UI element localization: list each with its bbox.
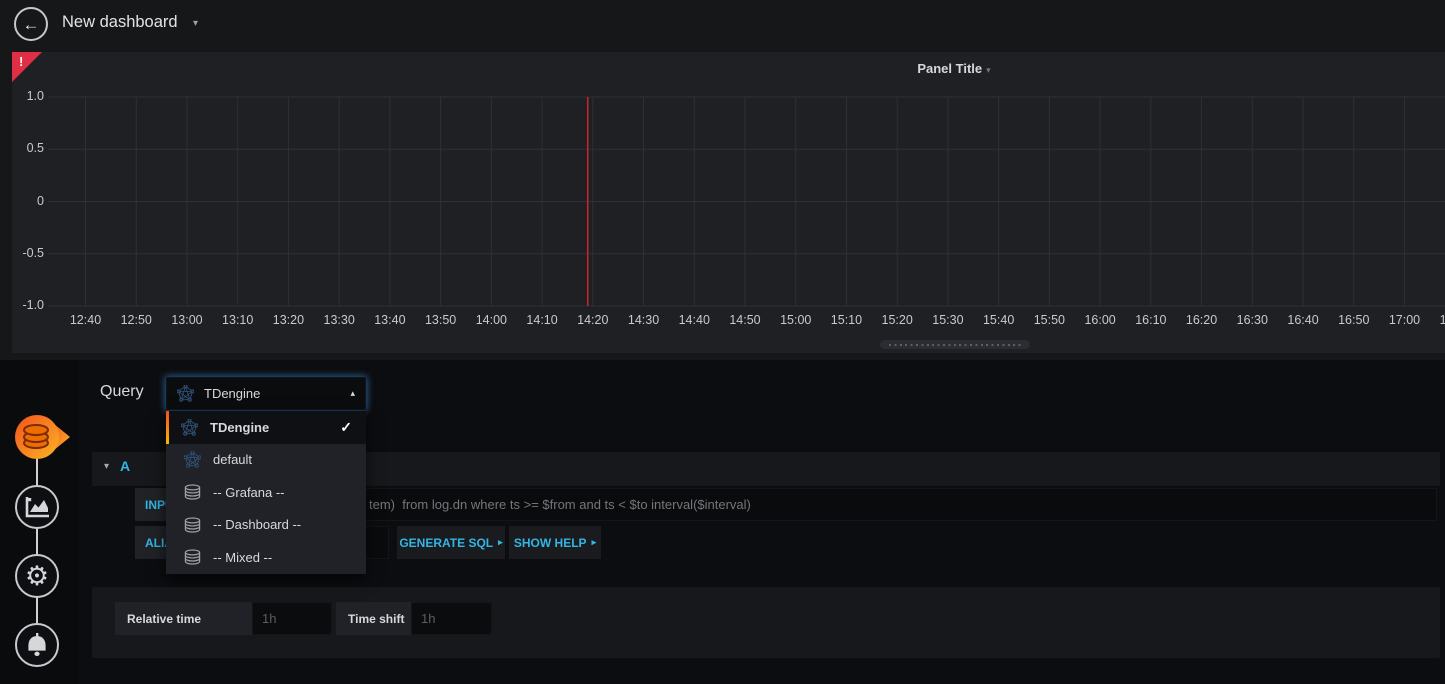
input-sql-field[interactable] xyxy=(229,488,1437,521)
datasource-select[interactable]: TDengine ▴ xyxy=(166,377,366,410)
show-help-label: SHOW HELP xyxy=(514,536,587,550)
y-tick: 1.0 xyxy=(12,89,44,103)
menu-item-dashboard[interactable]: -- Dashboard -- xyxy=(166,509,366,542)
back-button[interactable]: ← xyxy=(14,7,48,41)
top-bar: ← New dashboard ▾ xyxy=(0,0,1445,48)
relative-time-label: Relative time xyxy=(115,602,252,635)
menu-item-label: -- Mixed -- xyxy=(213,550,272,565)
arrow-right-icon: ▸ xyxy=(498,537,503,548)
chevron-down-icon[interactable]: ▾ xyxy=(193,18,198,29)
menu-item-label: default xyxy=(213,452,252,467)
show-help-button[interactable]: SHOW HELP ▸ xyxy=(509,526,601,559)
arrow-right-icon: ▸ xyxy=(592,537,597,548)
tdengine-logo-icon xyxy=(184,451,201,468)
tdengine-logo-icon xyxy=(177,385,194,402)
panel-title: Panel Title xyxy=(917,61,982,76)
menu-item-label: TDengine xyxy=(210,420,269,435)
panel-resize-handle[interactable] xyxy=(880,340,1030,349)
datasource-value: TDengine xyxy=(204,386,260,401)
chevron-down-icon: ▾ xyxy=(986,65,991,75)
database-stack-icon xyxy=(14,414,72,460)
generate-sql-label: GENERATE SQL xyxy=(399,536,493,550)
tab-alert[interactable] xyxy=(15,623,59,667)
check-icon: ✓ xyxy=(340,419,352,436)
collapse-caret-icon[interactable]: ▾ xyxy=(104,461,109,472)
database-icon xyxy=(184,549,201,565)
chart-grid xyxy=(12,52,1445,353)
tab-general[interactable]: ⚙ xyxy=(15,554,59,598)
x-tick: 17:10 xyxy=(1425,313,1445,327)
y-tick: -0.5 xyxy=(12,246,44,260)
chart-icon xyxy=(24,495,50,519)
arrow-left-icon: ← xyxy=(23,16,40,33)
chevron-up-icon: ▴ xyxy=(350,388,355,399)
database-icon xyxy=(184,484,201,500)
query-editor-section: ⚙ Query TDengine ▴ xyxy=(0,360,1445,684)
tab-connector-line xyxy=(36,437,38,645)
generate-sql-button[interactable]: GENERATE SQL ▸ xyxy=(397,526,505,559)
datasource-dropdown-menu: TDengine ✓ default -- xyxy=(166,411,366,574)
gear-icon: ⚙ xyxy=(25,563,49,590)
relative-time-input[interactable] xyxy=(252,602,332,635)
panel-title-menu[interactable]: Panel Title ▾ xyxy=(12,60,1445,78)
menu-item-grafana[interactable]: -- Grafana -- xyxy=(166,476,366,509)
dashboard-title[interactable]: New dashboard xyxy=(62,13,178,32)
menu-item-tdengine[interactable]: TDengine ✓ xyxy=(166,411,366,444)
selected-stripe xyxy=(166,411,169,444)
menu-item-default[interactable]: default xyxy=(166,444,366,477)
tdengine-logo-icon xyxy=(181,419,198,436)
y-tick: 0 xyxy=(12,194,44,208)
y-tick: -1.0 xyxy=(12,298,44,312)
bell-icon xyxy=(25,632,49,658)
database-icon xyxy=(184,517,201,533)
tab-queries[interactable] xyxy=(14,414,72,465)
menu-item-label: -- Dashboard -- xyxy=(213,517,301,532)
tab-visualization[interactable] xyxy=(15,485,59,529)
menu-item-label: -- Grafana -- xyxy=(213,485,285,500)
grip-dots-icon xyxy=(889,344,1021,346)
query-section-label: Query xyxy=(100,383,144,401)
menu-item-mixed[interactable]: -- Mixed -- xyxy=(166,541,366,574)
time-shift-input[interactable] xyxy=(411,602,492,635)
time-shift-label: Time shift xyxy=(336,602,411,635)
y-tick: 0.5 xyxy=(12,141,44,155)
graph-panel: ! Panel Title▾ 1.00.50-0.5-1.0 12:4012:5… xyxy=(12,52,1445,353)
query-ref-letter[interactable]: A xyxy=(120,458,130,474)
